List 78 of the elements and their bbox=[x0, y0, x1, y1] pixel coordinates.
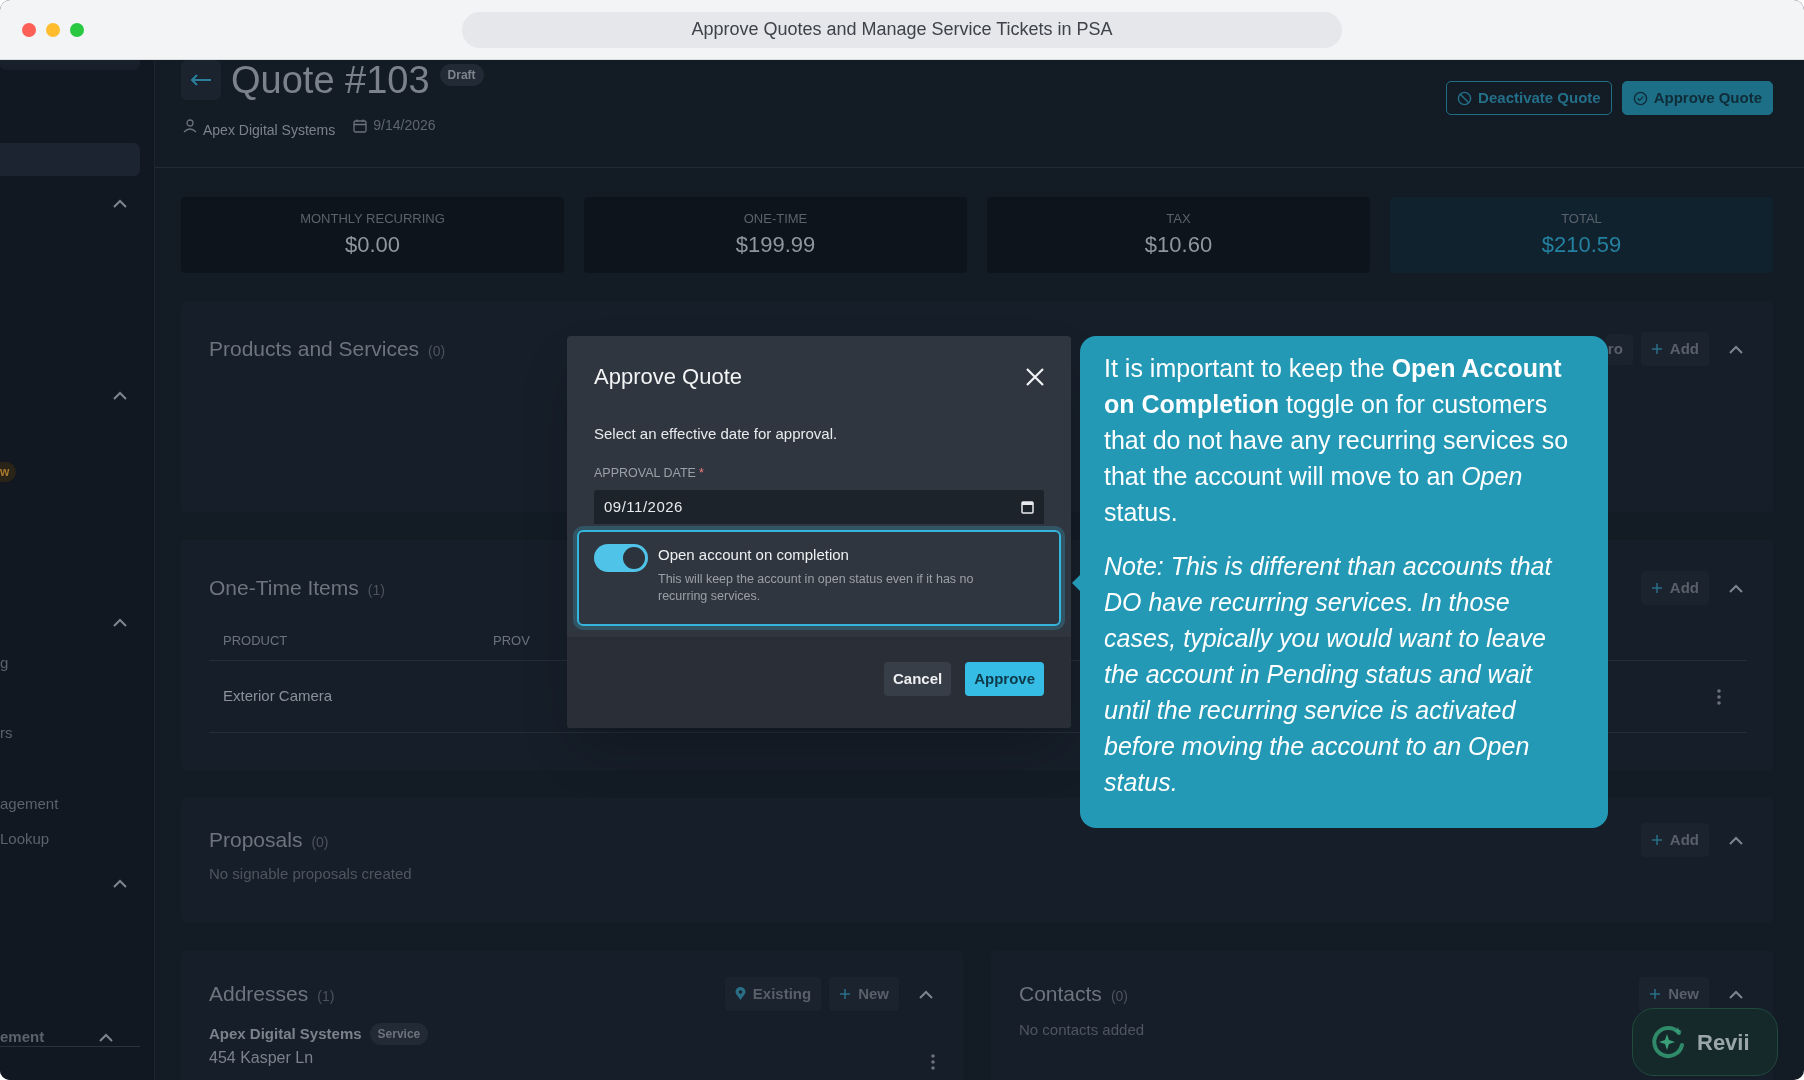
summary-value: $10.60 bbox=[1144, 231, 1213, 260]
address-bar[interactable]: Approve Quotes and Manage Service Tickets in PSA bbox=[462, 11, 1342, 48]
summary-value: $210.59 bbox=[1541, 231, 1622, 260]
address-line: 454 Kasper Ln bbox=[209, 1047, 315, 1068]
back-arrow-icon bbox=[190, 74, 212, 86]
quote-date: 9/14/2026 bbox=[373, 116, 436, 135]
section-title: Contacts bbox=[1019, 981, 1102, 1008]
chevron-up-icon[interactable] bbox=[1729, 344, 1743, 354]
cancel-button[interactable]: Cancel bbox=[883, 662, 952, 697]
approve-quote-button[interactable]: Approve Quote bbox=[1621, 81, 1773, 115]
sidebar-item[interactable]: rs bbox=[0, 724, 13, 742]
chevron-up-icon[interactable] bbox=[99, 1033, 113, 1042]
sidebar-badge: w bbox=[0, 462, 16, 482]
toggle-label: Open account on completion bbox=[658, 545, 850, 566]
empty-message: No contacts added bbox=[1019, 1020, 1145, 1040]
approve-button[interactable]: Approve bbox=[965, 662, 1044, 697]
callout-paragraph: Note: This is different than accounts that DO have recurring services. In those cases, typically you would want to leave the account in Pending status and wait until the recurring service is activated before moving the account to an Open status. bbox=[1104, 551, 1554, 798]
check-circle-icon bbox=[1632, 90, 1648, 106]
customer-name[interactable]: Apex Digital Systems bbox=[203, 120, 336, 141]
date-field[interactable]: 09/11/2026 bbox=[594, 490, 1044, 525]
assistant-button[interactable]: Revii bbox=[1632, 1008, 1778, 1076]
section-button[interactable]: ro bbox=[1605, 333, 1633, 365]
plus-icon bbox=[839, 988, 852, 1000]
close-icon[interactable] bbox=[1026, 367, 1044, 386]
sidebar-item[interactable]: agement bbox=[0, 795, 59, 813]
add-button[interactable]: Add bbox=[1640, 332, 1709, 366]
deactivate-quote-button[interactable]: Deactivate Quote bbox=[1446, 81, 1612, 115]
address-tag: Service bbox=[369, 1023, 429, 1046]
status-badge: Draft bbox=[439, 64, 484, 86]
sidebar-item[interactable]: ement bbox=[0, 1026, 45, 1049]
summary-value: $0.00 bbox=[344, 231, 401, 260]
more-options-icon[interactable] bbox=[1717, 688, 1721, 705]
close-window-icon[interactable] bbox=[22, 23, 36, 37]
table-cell-text: Exterior Camera bbox=[223, 686, 333, 707]
plus-icon bbox=[1649, 988, 1662, 1000]
required-mark: * bbox=[698, 464, 704, 482]
sparkle-icon bbox=[1649, 1023, 1687, 1061]
chevron-up-icon[interactable] bbox=[1729, 835, 1743, 845]
section-title: One-Time Items bbox=[209, 575, 359, 602]
section-title: Products and Services bbox=[209, 336, 420, 363]
plus-icon bbox=[1650, 343, 1663, 355]
calendar-icon bbox=[353, 118, 368, 133]
summary-label: ONE-TIME bbox=[743, 209, 808, 228]
chevron-up-icon[interactable] bbox=[1729, 583, 1743, 593]
summary-label: MONTHLY RECURRING bbox=[300, 209, 445, 228]
plus-icon bbox=[1650, 834, 1663, 846]
blocked-icon bbox=[1457, 90, 1473, 106]
toggle-hint: This will keep the account in open status even if it has no recurring services. bbox=[658, 570, 975, 605]
page-title: Quote #103 bbox=[231, 60, 430, 103]
chevron-up-icon[interactable] bbox=[1729, 989, 1743, 999]
add-button[interactable]: Add bbox=[1640, 823, 1709, 857]
calendar-icon[interactable] bbox=[1021, 500, 1034, 515]
column-header: PRODUCT bbox=[223, 631, 289, 650]
dialog-description: Select an effective date for approval. bbox=[594, 424, 839, 444]
sidebar-item[interactable]: g bbox=[0, 654, 9, 672]
existing-button[interactable]: Existing bbox=[724, 977, 822, 1011]
person-icon bbox=[183, 118, 197, 133]
summary-label: TOTAL bbox=[1561, 209, 1602, 228]
summary-label: TAX bbox=[1166, 209, 1191, 228]
empty-message: No signable proposals created bbox=[209, 864, 412, 884]
sidebar-item[interactable]: Lookup bbox=[0, 830, 50, 848]
location-pin-icon bbox=[734, 987, 746, 1001]
column-header: PROV bbox=[493, 631, 530, 650]
plus-icon bbox=[1650, 582, 1663, 594]
chevron-up-icon[interactable] bbox=[919, 989, 933, 999]
address-name: Apex Digital Systems bbox=[209, 1024, 362, 1044]
dialog-title: Approve Quote bbox=[594, 363, 742, 391]
toggle-switch[interactable] bbox=[594, 544, 648, 573]
callout-paragraph: It is important to keep the Open Account on Completion toggle on for customers that do not have any recurring services so that the account will move to an Open status. bbox=[1104, 353, 1570, 528]
back-button[interactable] bbox=[181, 60, 221, 100]
field-label: APPROVAL DATE bbox=[594, 464, 696, 482]
add-button[interactable]: New bbox=[829, 977, 899, 1011]
add-button[interactable]: New bbox=[1639, 977, 1709, 1011]
section-title: Proposals bbox=[209, 827, 303, 854]
section-title: Addresses bbox=[209, 981, 309, 1008]
more-options-icon[interactable] bbox=[931, 1053, 935, 1070]
summary-value: $199.99 bbox=[735, 231, 816, 260]
add-button[interactable]: Add bbox=[1640, 571, 1709, 605]
